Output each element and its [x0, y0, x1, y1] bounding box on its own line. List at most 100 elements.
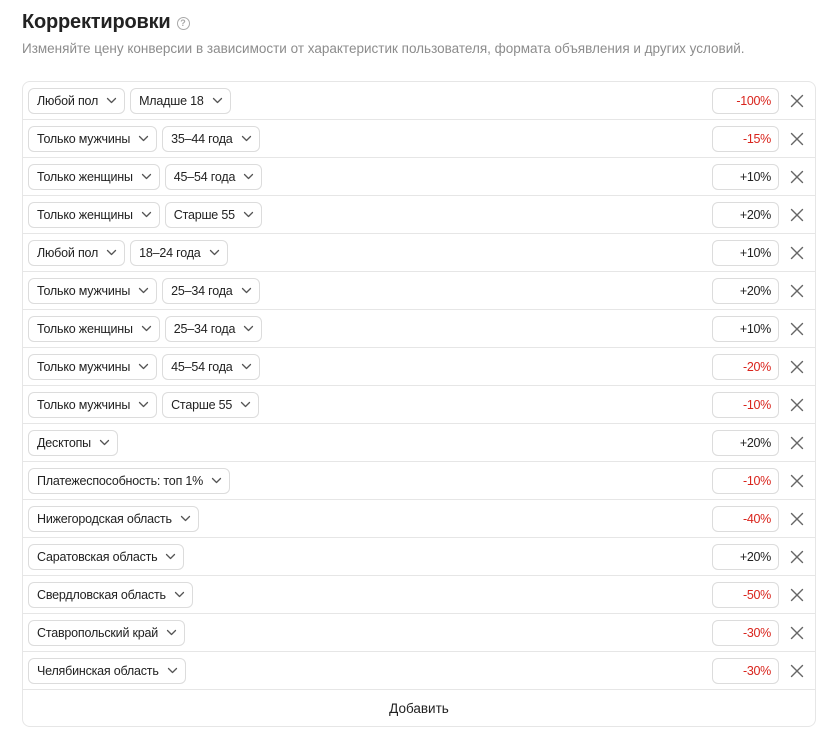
adjustment-row: Любой пол 18–24 года +10% — [23, 234, 815, 272]
condition-select[interactable]: Любой пол — [28, 87, 126, 114]
chevron-down-icon — [209, 247, 220, 258]
close-icon[interactable] — [789, 397, 805, 413]
condition-select[interactable]: Свердловская область — [28, 581, 193, 608]
condition-select[interactable]: 45–54 года — [162, 353, 260, 380]
chevron-down-icon — [212, 95, 223, 106]
adjustment-value-input[interactable]: +10% — [712, 164, 779, 190]
condition-select-label: 45–54 года — [171, 359, 233, 374]
chevron-down-icon — [243, 209, 254, 220]
adjustment-value-input[interactable]: -30% — [712, 658, 779, 684]
condition-select[interactable]: Старше 55 — [162, 391, 260, 418]
close-icon[interactable] — [789, 93, 805, 109]
condition-select-label: Только женщины — [37, 169, 133, 184]
question-circle-icon[interactable]: ? — [176, 16, 190, 30]
close-icon[interactable] — [789, 283, 805, 299]
condition-select[interactable]: Ставропольский край — [28, 619, 186, 646]
condition-select[interactable]: Младше 18 — [130, 87, 231, 114]
condition-selects: Платежеспособность: топ 1% — [23, 467, 231, 494]
close-icon[interactable] — [789, 625, 805, 641]
condition-select-label: 25–34 года — [173, 321, 236, 336]
adjustment-value-input[interactable]: -10% — [712, 468, 779, 494]
condition-selects: Любой пол 18–24 года — [23, 239, 228, 266]
condition-select[interactable]: 25–34 года — [162, 277, 260, 304]
title-row: Корректировки ? — [22, 10, 745, 34]
chevron-down-icon — [243, 171, 254, 182]
condition-select-label: Платежеспособность: топ 1% — [37, 473, 204, 488]
adjustment-value-input[interactable]: +10% — [712, 240, 779, 266]
close-icon[interactable] — [789, 359, 805, 375]
page-title: Корректировки — [22, 10, 171, 33]
add-button[interactable]: Добавить — [23, 690, 815, 726]
chevron-down-icon — [141, 209, 152, 220]
condition-select[interactable]: Саратовская область — [28, 543, 185, 570]
adjustment-row: Только женщины 45–54 года +10% — [23, 158, 815, 196]
close-icon[interactable] — [789, 169, 805, 185]
condition-select-label: Нижегородская область — [37, 511, 172, 526]
close-icon[interactable] — [789, 245, 805, 261]
adjustment-row: Нижегородская область -40% — [23, 500, 815, 538]
condition-select-label: Ставропольский край — [37, 625, 159, 640]
adjustment-value-input[interactable]: +20% — [712, 202, 779, 228]
adjustment-row: Десктопы +20% — [23, 424, 815, 462]
condition-select[interactable]: 18–24 года — [130, 239, 228, 266]
close-icon[interactable] — [789, 473, 805, 489]
adjustment-value-input[interactable]: +20% — [712, 430, 779, 456]
condition-selects: Только женщины 25–34 года — [23, 315, 263, 342]
condition-select[interactable]: Только мужчины — [28, 277, 158, 304]
condition-selects: Саратовская область — [23, 543, 185, 570]
condition-select[interactable]: Платежеспособность: топ 1% — [28, 467, 231, 494]
chevron-down-icon — [243, 323, 254, 334]
adjustment-value-input[interactable]: -15% — [712, 126, 779, 152]
condition-select-label: Любой пол — [37, 245, 99, 260]
condition-select-label: Только женщины — [37, 321, 133, 336]
close-icon[interactable] — [789, 511, 805, 527]
adjustment-row: Только мужчины 35–44 года -15% — [23, 120, 815, 158]
adjustment-row: Только мужчины Старше 55 -10% — [23, 386, 815, 424]
close-icon[interactable] — [789, 207, 805, 223]
condition-select[interactable]: Только мужчины — [28, 391, 158, 418]
adjustment-value-input[interactable]: -20% — [712, 354, 779, 380]
adjustment-value-input[interactable]: +20% — [712, 278, 779, 304]
condition-selects: Только женщины Старше 55 — [23, 201, 262, 228]
condition-select[interactable]: Любой пол — [28, 239, 126, 266]
chevron-down-icon — [241, 285, 252, 296]
condition-select[interactable]: Челябинская область — [28, 657, 186, 684]
condition-select-label: 45–54 года — [173, 169, 236, 184]
condition-select-label: Любой пол — [37, 93, 99, 108]
condition-select[interactable]: Только женщины — [28, 201, 160, 228]
header: Корректировки ? Изменяйте цену конверсии… — [22, 10, 745, 57]
adjustment-value-input[interactable]: -50% — [712, 582, 779, 608]
condition-selects: Только мужчины 35–44 года — [23, 125, 260, 152]
condition-select[interactable]: Десктопы — [28, 429, 118, 456]
chevron-down-icon — [138, 399, 149, 410]
adjustment-value-input[interactable]: +10% — [712, 316, 779, 342]
condition-select[interactable]: 25–34 года — [164, 315, 263, 342]
condition-select[interactable]: Нижегородская область — [28, 505, 199, 532]
adjustment-value-input[interactable]: +20% — [712, 544, 779, 570]
condition-select[interactable]: 35–44 года — [162, 125, 260, 152]
close-icon[interactable] — [789, 587, 805, 603]
condition-select[interactable]: Старше 55 — [164, 201, 262, 228]
condition-select-label: Только мужчины — [37, 131, 131, 146]
chevron-down-icon — [138, 285, 149, 296]
condition-select[interactable]: Только женщины — [28, 163, 160, 190]
adjustment-value-input[interactable]: -40% — [712, 506, 779, 532]
close-icon[interactable] — [789, 435, 805, 451]
chevron-down-icon — [174, 589, 185, 600]
condition-select[interactable]: 45–54 года — [164, 163, 263, 190]
close-icon[interactable] — [789, 321, 805, 337]
chevron-down-icon — [211, 475, 222, 486]
adjustment-row: Только женщины 25–34 года +10% — [23, 310, 815, 348]
condition-select-label: Только мужчины — [37, 397, 131, 412]
chevron-down-icon — [165, 551, 176, 562]
close-icon[interactable] — [789, 663, 805, 679]
condition-select[interactable]: Только мужчины — [28, 125, 158, 152]
adjustment-value-input[interactable]: -100% — [712, 88, 779, 114]
adjustment-value-input[interactable]: -10% — [712, 392, 779, 418]
adjustment-value-input[interactable]: -30% — [712, 620, 779, 646]
close-icon[interactable] — [789, 549, 805, 565]
condition-select[interactable]: Только женщины — [28, 315, 160, 342]
close-icon[interactable] — [789, 131, 805, 147]
chevron-down-icon — [138, 361, 149, 372]
condition-select[interactable]: Только мужчины — [28, 353, 158, 380]
